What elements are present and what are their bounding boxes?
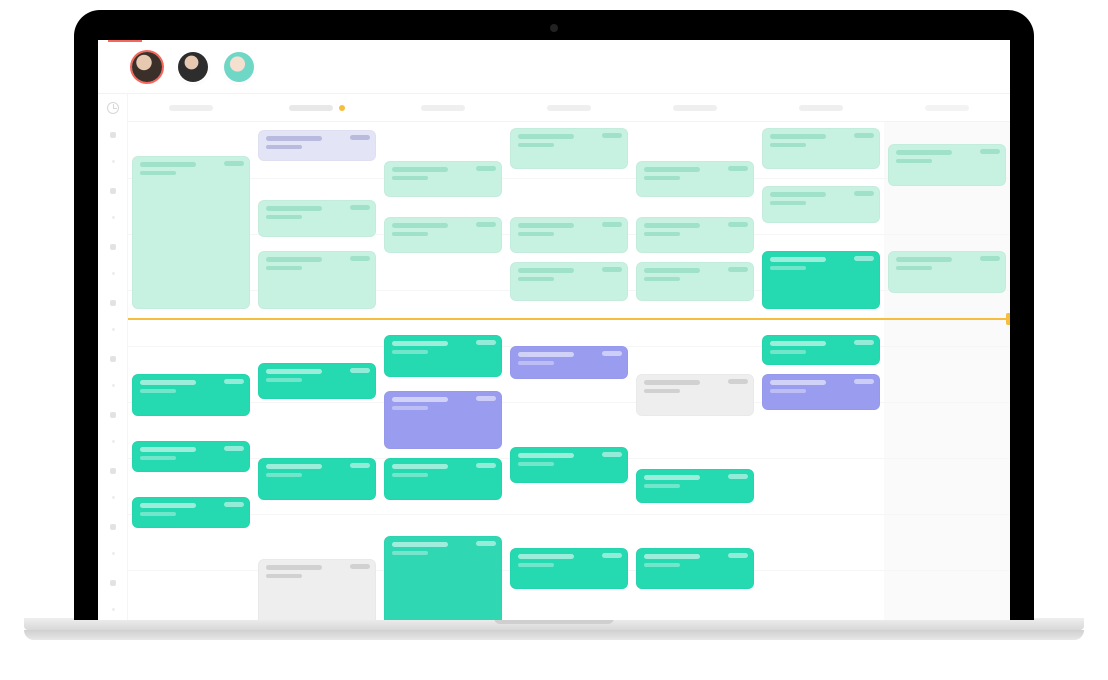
- time-tick: [112, 496, 115, 499]
- calendar-event[interactable]: [510, 217, 628, 253]
- time-tick: [110, 412, 116, 418]
- calendar-event[interactable]: [762, 374, 880, 410]
- current-time-handle[interactable]: [1006, 313, 1010, 325]
- day-header-0[interactable]: [128, 94, 254, 121]
- laptop-foot: [24, 630, 1084, 640]
- day-header-2[interactable]: [380, 94, 506, 121]
- calendar-event[interactable]: [510, 548, 628, 590]
- calendar-event[interactable]: [132, 374, 250, 416]
- avatar-user-3[interactable]: [224, 52, 254, 82]
- time-tick: [112, 328, 115, 331]
- calendar-event[interactable]: [384, 536, 502, 620]
- clock-icon: [107, 102, 119, 114]
- gutter-header: [98, 94, 127, 122]
- calendar-event[interactable]: [510, 346, 628, 379]
- calendar-event[interactable]: [384, 217, 502, 253]
- calendar-event[interactable]: [636, 262, 754, 301]
- app-screen: [98, 40, 1010, 620]
- day-header-label: [289, 105, 333, 111]
- day-header-label: [925, 105, 969, 111]
- day-header-label: [547, 105, 591, 111]
- day-header-3[interactable]: [506, 94, 632, 121]
- time-tick: [110, 524, 116, 530]
- time-tick: [110, 244, 116, 250]
- calendar-event[interactable]: [258, 130, 376, 161]
- calendar-event[interactable]: [384, 391, 502, 450]
- time-tick: [110, 580, 116, 586]
- avatar-row: [112, 52, 254, 82]
- time-gutter: [98, 94, 128, 620]
- camera-dot: [550, 24, 558, 32]
- day-column-6: [884, 122, 1010, 620]
- day-header-label: [673, 105, 717, 111]
- calendar-event[interactable]: [510, 447, 628, 483]
- time-tick: [112, 440, 115, 443]
- calendar-event[interactable]: [636, 548, 754, 590]
- calendar-event[interactable]: [258, 200, 376, 236]
- calendar-event[interactable]: [384, 335, 502, 377]
- calendar-event[interactable]: [258, 559, 376, 620]
- day-header-row: [128, 94, 1010, 122]
- time-tick: [110, 468, 116, 474]
- calendar-event[interactable]: [636, 161, 754, 197]
- calendar-event[interactable]: [636, 217, 754, 253]
- calendar-event[interactable]: [636, 469, 754, 502]
- current-time-line: [128, 318, 1010, 320]
- day-header-1[interactable]: [254, 94, 380, 121]
- today-indicator-icon: [339, 105, 345, 111]
- calendar-event[interactable]: [132, 156, 250, 310]
- laptop-bezel: [74, 10, 1034, 620]
- calendar-event[interactable]: [258, 363, 376, 399]
- calendar-event[interactable]: [258, 458, 376, 500]
- calendar-event[interactable]: [384, 458, 502, 500]
- calendar-event[interactable]: [510, 262, 628, 301]
- day-header-label: [421, 105, 465, 111]
- day-header-label: [169, 105, 213, 111]
- calendar-body: [98, 94, 1010, 620]
- calendar-event[interactable]: [258, 251, 376, 310]
- calendar-event[interactable]: [888, 251, 1006, 293]
- calendar-event[interactable]: [762, 128, 880, 170]
- time-tick: [110, 132, 116, 138]
- calendar-grid[interactable]: [128, 94, 1010, 620]
- time-tick: [112, 384, 115, 387]
- day-header-6[interactable]: [884, 94, 1010, 121]
- calendar-event[interactable]: [762, 251, 880, 310]
- time-tick: [112, 216, 115, 219]
- calendar-toolbar: [98, 40, 1010, 94]
- calendar-event[interactable]: [510, 128, 628, 170]
- time-tick: [112, 552, 115, 555]
- time-tick: [112, 160, 115, 163]
- time-tick: [112, 608, 115, 611]
- active-tab-indicator: [108, 40, 142, 42]
- time-tick: [112, 272, 115, 275]
- calendar-event[interactable]: [762, 186, 880, 222]
- time-tick: [110, 356, 116, 362]
- calendar-event[interactable]: [384, 161, 502, 197]
- calendar-event[interactable]: [888, 144, 1006, 186]
- calendar-event[interactable]: [132, 441, 250, 472]
- calendar-event[interactable]: [636, 374, 754, 416]
- calendar-event[interactable]: [132, 497, 250, 528]
- laptop-frame: [24, 0, 1084, 640]
- avatar-user-1[interactable]: [132, 52, 162, 82]
- avatar-user-2[interactable]: [178, 52, 208, 82]
- day-header-label: [799, 105, 843, 111]
- calendar-event[interactable]: [762, 335, 880, 366]
- day-header-4[interactable]: [632, 94, 758, 121]
- time-tick: [110, 188, 116, 194]
- day-header-5[interactable]: [758, 94, 884, 121]
- time-tick: [110, 300, 116, 306]
